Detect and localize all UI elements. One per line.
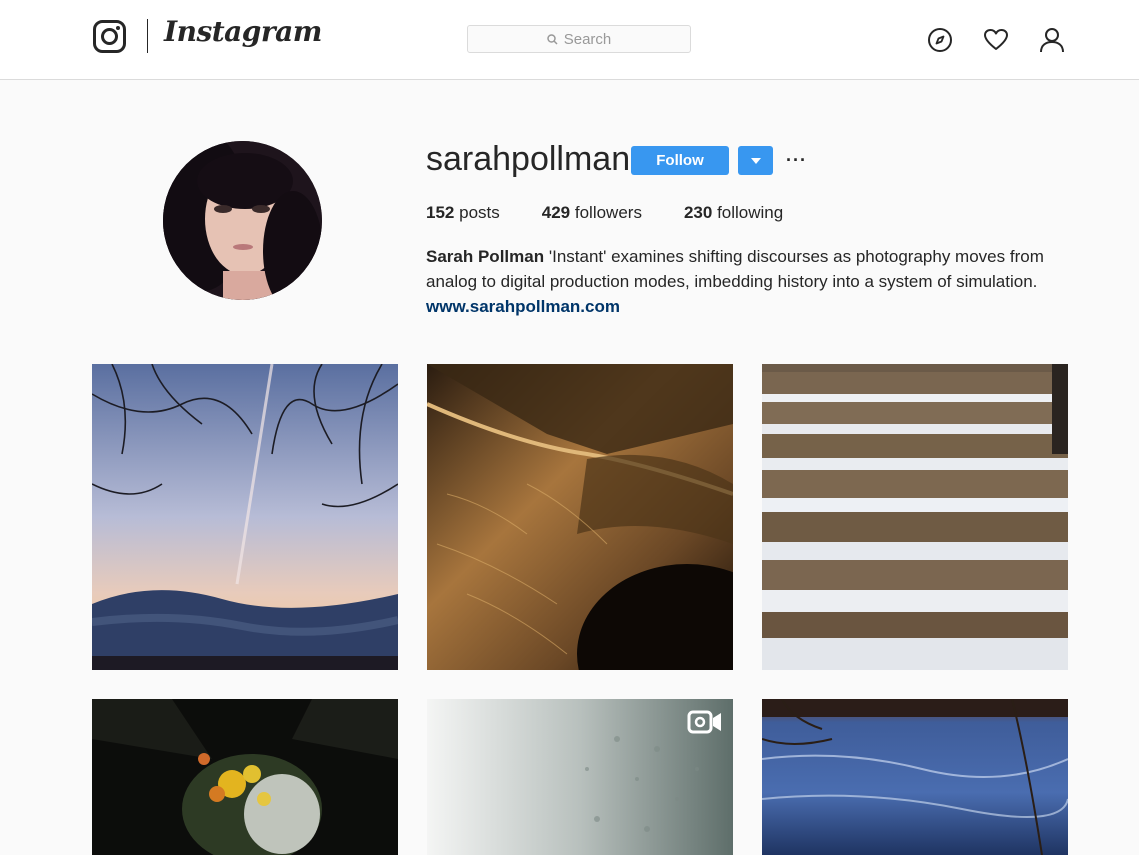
logo-divider [147,19,148,53]
video-icon [687,710,721,734]
follow-button[interactable]: Follow [631,146,729,175]
compass-icon[interactable] [927,27,953,53]
post-thumbnail[interactable] [427,699,733,855]
profile-username: sarahpollman [426,140,631,178]
sky-branches-photo [92,364,398,670]
following-count: 230 [683,203,713,222]
profile-bio: Sarah Pollman 'Instant' examines shiftin… [426,244,1066,319]
instagram-logo-icon[interactable] [93,20,126,53]
post-thumbnail[interactable] [762,699,1068,855]
instagram-wordmark[interactable]: Instagram [164,15,322,48]
snowy-stairs-photo [762,364,1068,670]
search-input[interactable]: Search [467,25,691,53]
post-thumbnail[interactable] [762,364,1068,670]
avatar[interactable] [163,141,322,300]
profile-stats: 152 posts 429 followers 230 following [426,203,825,223]
post-thumbnail[interactable] [92,699,398,855]
user-icon[interactable] [1039,27,1065,53]
followers-label: followers [574,203,642,222]
profile-full-name: Sarah Pollman [426,247,545,266]
chevron-down-icon [750,157,761,164]
followers-count: 429 [541,203,571,222]
suggestions-dropdown-button[interactable] [738,146,773,175]
top-navigation: Instagram Search [0,0,1139,80]
car-hood-photo [427,364,733,670]
following-stat[interactable]: 230 following [684,203,783,223]
posts-label: posts [459,203,500,222]
posts-count: 152 [426,203,455,222]
post-thumbnail[interactable] [92,364,398,670]
flowers-bag-photo [92,699,398,855]
search-icon [546,33,558,45]
post-thumbnail[interactable] [427,364,733,670]
icy-lake-photo [762,699,1068,855]
more-options-button[interactable]: ··· [786,150,807,171]
posts-stat: 152 posts [426,203,500,223]
website-link[interactable]: www.sarahpollman.com [426,294,1066,319]
avatar-photo [163,141,322,300]
search-placeholder: Search [563,30,612,48]
following-label: following [717,203,784,222]
heart-icon[interactable] [983,27,1009,53]
followers-stat[interactable]: 429 followers [542,203,642,223]
